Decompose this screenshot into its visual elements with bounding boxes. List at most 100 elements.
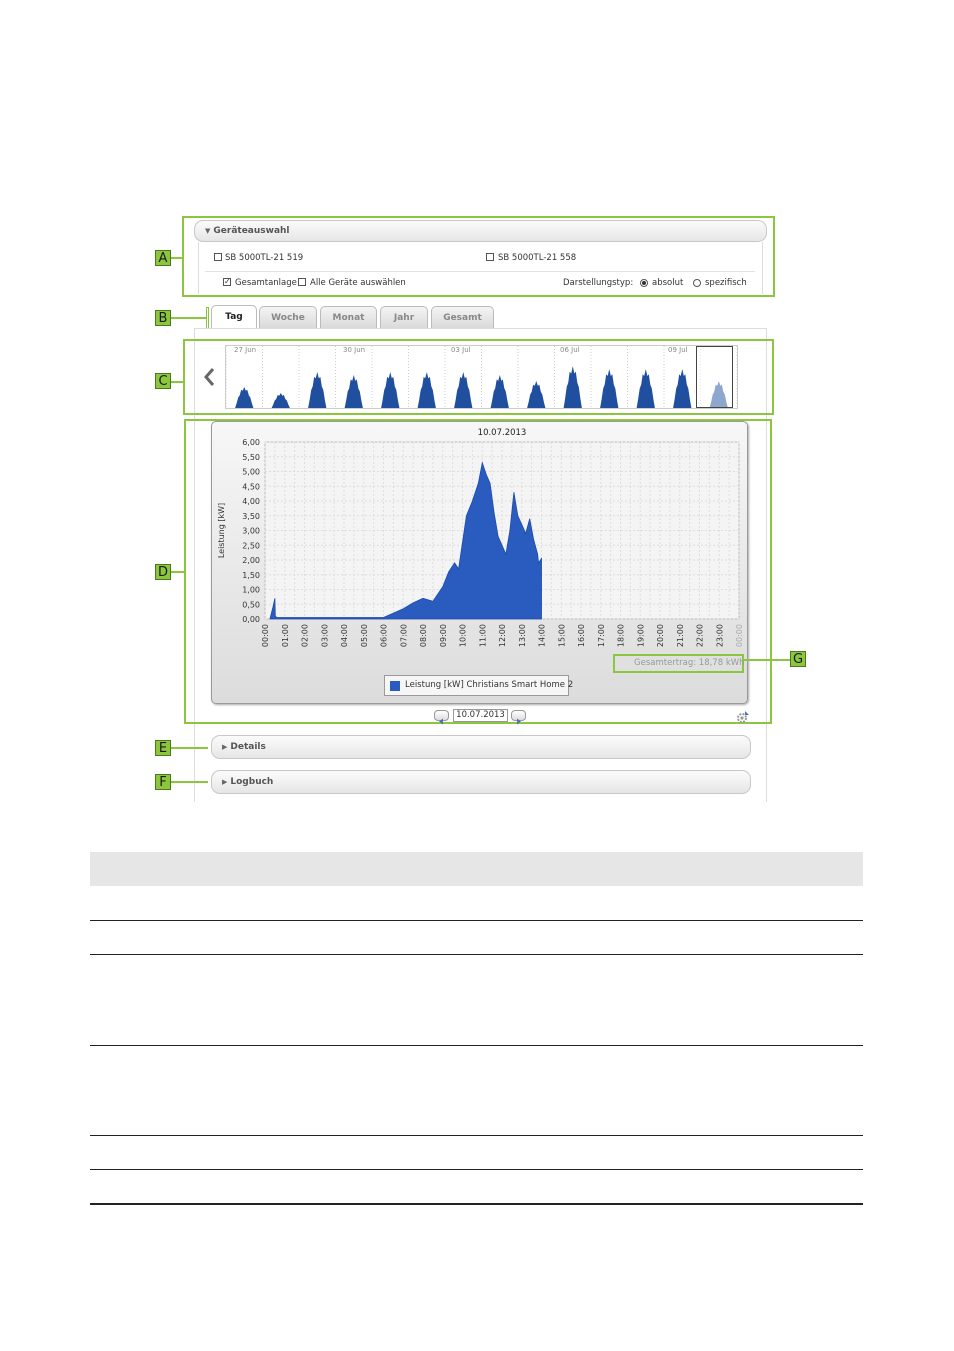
y-tick-label: 4,50 [242, 482, 260, 491]
callout-line-e [171, 747, 208, 749]
x-tick-label: 03:00 [320, 624, 329, 647]
callout-line-b [171, 317, 207, 319]
chart-title: 10.07.2013 [478, 428, 527, 438]
device-selection-header[interactable]: ▼ Geräteauswahl [194, 220, 767, 242]
timeline-prev-button[interactable] [199, 362, 219, 392]
callout-label-f: F [155, 774, 171, 790]
callout-line-f [171, 781, 208, 783]
callout-label-e: E [155, 740, 171, 756]
x-tick-label: 19:00 [636, 624, 645, 647]
y-tick-label: 2,00 [242, 556, 260, 565]
x-tick-label: 08:00 [419, 624, 428, 647]
callout-label-g: G [790, 651, 806, 667]
y-tick-label: 3,50 [242, 512, 260, 521]
x-tick-label: 11:00 [478, 624, 487, 647]
details-section-header[interactable]: ▶ Details [211, 735, 751, 759]
callout-line-c [171, 381, 184, 383]
triangle-right-icon: ▶ [222, 743, 228, 751]
table-header-row [90, 852, 863, 886]
total-plant-checkbox[interactable]: ✓ [223, 278, 231, 286]
chart-settings-button[interactable] [736, 709, 750, 723]
timeline-day-production [454, 372, 473, 408]
display-absolute-label: absolut [652, 278, 684, 288]
timeline-day-production [417, 372, 436, 408]
timeline-day-production [636, 369, 655, 408]
timeline-overview [226, 346, 737, 408]
y-tick-label: 3,00 [242, 527, 260, 536]
callout-label-d: D [155, 564, 171, 580]
x-tick-label: 06:00 [380, 624, 389, 647]
tab-week[interactable]: Woche [259, 306, 317, 328]
callout-box-b [206, 307, 209, 329]
timeline-day-production [600, 369, 619, 408]
table-row-divider [90, 1169, 863, 1170]
x-tick-label: 05:00 [360, 624, 369, 647]
chevron-left-icon [204, 368, 215, 386]
y-tick-label: 0,00 [242, 615, 260, 624]
callout-line-d [171, 571, 185, 573]
timeline-day-production [563, 366, 582, 408]
device-checkbox-1[interactable] [214, 253, 222, 261]
x-tick-label: 01:00 [281, 624, 290, 647]
timeline-date-2: 30 Jun [343, 346, 366, 354]
table-row-divider [90, 920, 863, 921]
callout-line-g [743, 659, 791, 661]
display-specific-radio[interactable] [693, 279, 701, 287]
select-all-label: Alle Geräte auswählen [310, 278, 406, 288]
y-tick-label: 5,00 [242, 468, 260, 477]
tab-year[interactable]: Jahr [380, 306, 428, 328]
timeline-day-production [344, 375, 363, 408]
timeline-strip[interactable] [225, 345, 738, 409]
y-tick-label: 5,50 [242, 453, 260, 462]
timeline-date-4: 06 Jul [560, 346, 580, 354]
x-tick-label: 23:00 [715, 624, 724, 647]
triangle-left-icon [439, 718, 443, 725]
y-axis-label: Leistung [kW] [217, 503, 226, 558]
timeline-day-production [527, 381, 546, 408]
select-all-checkbox[interactable] [298, 278, 306, 286]
x-tick-label: 04:00 [340, 624, 349, 647]
timeline-date-3: 03 Jul [451, 346, 471, 354]
tab-total[interactable]: Gesamt [431, 306, 494, 328]
tab-day[interactable]: Tag [211, 305, 257, 329]
triangle-down-icon: ▼ [205, 227, 211, 235]
table-row-divider [90, 1135, 863, 1136]
table-row-divider [90, 1045, 863, 1046]
date-input[interactable]: 10.07.2013 [453, 709, 508, 722]
x-tick-label: 10:00 [459, 624, 468, 647]
x-tick-label: 17:00 [597, 624, 606, 647]
x-tick-label: 18:00 [617, 624, 626, 647]
details-title: Details [230, 742, 266, 752]
display-type-label: Darstellungstyp: [563, 278, 634, 288]
display-specific-label: spezifisch [705, 278, 747, 288]
table-row-divider [90, 954, 863, 955]
timeline-day-production [673, 369, 692, 408]
legend-label: Leistung [kW] Christians Smart Home 2 [405, 680, 574, 690]
date-prev-button[interactable] [434, 710, 449, 725]
x-tick-label: 16:00 [577, 624, 586, 647]
y-tick-label: 1,50 [242, 571, 260, 580]
x-tick-label: 07:00 [399, 624, 408, 647]
timeline-selected-day[interactable] [696, 346, 733, 408]
callout-label-c: C [155, 373, 171, 389]
x-tick-label: 22:00 [696, 624, 705, 647]
tab-month[interactable]: Monat [320, 306, 377, 328]
triangle-right-icon: ▶ [222, 778, 228, 786]
x-tick-label: 15:00 [557, 624, 566, 647]
device-selection-title: Geräteauswahl [213, 226, 290, 236]
date-next-button[interactable] [511, 710, 526, 725]
total-plant-label: Gesamtanlage [235, 278, 297, 288]
x-tick-label: 20:00 [656, 624, 665, 647]
legend-swatch [390, 681, 400, 691]
chart-legend: Leistung [kW] Christians Smart Home 2 [384, 675, 573, 696]
logbook-section-header[interactable]: ▶ Logbuch [211, 770, 751, 794]
timeline-day-production [271, 393, 290, 408]
timeline-day-production [381, 372, 400, 408]
timeline-day-production [235, 387, 254, 408]
y-tick-label: 2,50 [242, 541, 260, 550]
x-tick-label: 14:00 [538, 624, 547, 647]
display-absolute-radio[interactable] [640, 279, 648, 287]
device-checkbox-2[interactable] [486, 253, 494, 261]
device-label-2: SB 5000TL-21 558 [498, 253, 577, 263]
x-tick-label: 00:00 [735, 624, 744, 647]
